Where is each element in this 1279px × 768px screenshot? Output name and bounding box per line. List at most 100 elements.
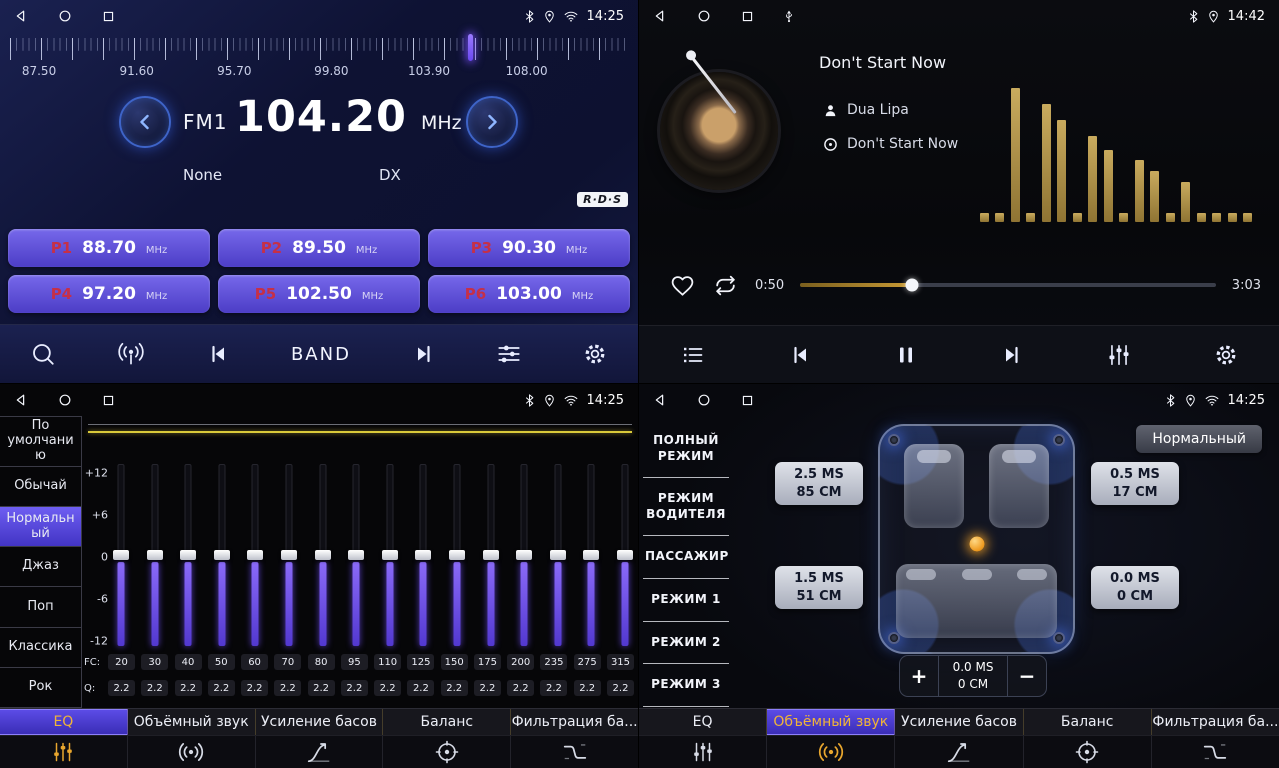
tab-icon-bass-boost[interactable] <box>895 736 1023 768</box>
slider-knob[interactable] <box>281 550 297 560</box>
eq-band-slider[interactable] <box>112 462 130 648</box>
sf-mode-item-2[interactable]: ПАССАЖИР <box>643 536 729 579</box>
audio-tab-1[interactable]: Объёмный звук <box>767 709 895 735</box>
home-icon[interactable] <box>58 393 72 407</box>
tune-down-button[interactable] <box>119 96 171 148</box>
eq-preset-item-6[interactable]: Рок <box>0 668 81 708</box>
tab-icon-surround[interactable] <box>128 736 256 768</box>
preset-button-p3[interactable]: P390.30MHz <box>428 229 630 267</box>
eq-preset-item-1[interactable]: Обычай <box>0 467 81 507</box>
favorite-heart-icon[interactable] <box>669 273 696 298</box>
home-icon[interactable] <box>58 9 72 23</box>
preset-button-p2[interactable]: P289.50MHz <box>218 229 420 267</box>
audio-tab-2[interactable]: Усиление басов <box>256 709 384 735</box>
sf-mode-item-3[interactable]: РЕЖИМ 1 <box>643 579 729 622</box>
slider-knob[interactable] <box>382 550 398 560</box>
sf-mode-item-4[interactable]: РЕЖИМ 2 <box>643 622 729 665</box>
eq-band-slider[interactable] <box>280 462 298 648</box>
eq-band-slider[interactable] <box>448 462 466 648</box>
eq-preset-item-5[interactable]: Классика <box>0 628 81 668</box>
eq-band-slider[interactable] <box>381 462 399 648</box>
scan-icon[interactable] <box>30 341 56 367</box>
back-icon[interactable] <box>653 393 667 407</box>
recents-icon[interactable] <box>741 10 754 23</box>
settings-gear-icon[interactable] <box>582 341 608 367</box>
slider-knob[interactable] <box>583 550 599 560</box>
sf-mode-item-5[interactable]: РЕЖИМ 3 <box>643 664 729 707</box>
eq-band-slider[interactable] <box>146 462 164 648</box>
slider-knob[interactable] <box>147 550 163 560</box>
tab-icon-filter[interactable] <box>1152 736 1279 768</box>
eq-preset-item-0[interactable]: По умолчанию <box>0 416 81 467</box>
slider-knob[interactable] <box>247 550 263 560</box>
tab-icon-eq[interactable] <box>0 736 128 768</box>
tab-icon-balance[interactable] <box>383 736 511 768</box>
delay-front-left[interactable]: 2.5 MS 85 CM <box>775 462 863 505</box>
previous-track-icon[interactable] <box>787 343 813 367</box>
recents-icon[interactable] <box>102 10 115 23</box>
broadcast-icon[interactable] <box>116 341 146 367</box>
preset-button-p1[interactable]: P188.70MHz <box>8 229 210 267</box>
audio-tab-2[interactable]: Усиление басов <box>895 709 1023 735</box>
audio-tab-1[interactable]: Объёмный звук <box>128 709 256 735</box>
preset-button-p4[interactable]: P497.20MHz <box>8 275 210 313</box>
audio-tab-3[interactable]: Баланс <box>383 709 511 735</box>
slider-knob[interactable] <box>617 550 633 560</box>
preset-button-p6[interactable]: P6103.00MHz <box>428 275 630 313</box>
delay-front-right[interactable]: 0.5 MS 17 CM <box>1091 462 1179 505</box>
back-icon[interactable] <box>14 9 28 23</box>
eq-band-slider[interactable] <box>549 462 567 648</box>
tab-icon-bass-boost[interactable] <box>256 736 384 768</box>
recents-icon[interactable] <box>741 394 754 407</box>
back-icon[interactable] <box>653 9 667 23</box>
tune-up-button[interactable] <box>466 96 518 148</box>
tab-icon-filter[interactable] <box>511 736 638 768</box>
pause-icon[interactable] <box>894 343 918 367</box>
increase-delay-button[interactable]: + <box>900 664 938 688</box>
next-icon[interactable] <box>411 342 437 366</box>
eq-band-slider[interactable] <box>515 462 533 648</box>
eq-preset-item-2[interactable]: Нормальный <box>0 507 81 547</box>
back-icon[interactable] <box>14 393 28 407</box>
seek-bar[interactable] <box>800 283 1216 287</box>
preset-button-p5[interactable]: P5102.50MHz <box>218 275 420 313</box>
frequency-ruler[interactable] <box>10 38 628 60</box>
listening-position-marker[interactable] <box>969 536 984 551</box>
eq-preset-item-3[interactable]: Джаз <box>0 547 81 587</box>
slider-knob[interactable] <box>180 550 196 560</box>
slider-knob[interactable] <box>315 550 331 560</box>
eq-band-slider[interactable] <box>213 462 231 648</box>
seek-bar-thumb[interactable] <box>906 279 919 292</box>
eq-band-slider[interactable] <box>414 462 432 648</box>
sound-profile-button[interactable]: Нормальный <box>1136 425 1262 453</box>
audio-tab-0[interactable]: EQ <box>0 709 128 735</box>
sf-mode-item-0[interactable]: ПОЛНЫЙ РЕЖИМ <box>643 420 729 478</box>
tab-icon-balance[interactable] <box>1024 736 1152 768</box>
eq-band-slider[interactable] <box>179 462 197 648</box>
playlist-icon[interactable] <box>680 343 706 367</box>
slider-knob[interactable] <box>113 550 129 560</box>
delay-rear-left[interactable]: 1.5 MS 51 CM <box>775 566 863 609</box>
mixer-icon[interactable] <box>1106 342 1132 368</box>
decrease-delay-button[interactable]: − <box>1008 664 1046 688</box>
eq-band-slider[interactable] <box>482 462 500 648</box>
slider-knob[interactable] <box>483 550 499 560</box>
equalizer-icon[interactable] <box>496 341 522 367</box>
eq-band-slider[interactable] <box>347 462 365 648</box>
tab-icon-eq[interactable] <box>639 736 767 768</box>
audio-tab-4[interactable]: Фильтрация ба... <box>1152 709 1279 735</box>
slider-knob[interactable] <box>214 550 230 560</box>
eq-band-slider[interactable] <box>616 462 634 648</box>
home-icon[interactable] <box>697 9 711 23</box>
slider-knob[interactable] <box>550 550 566 560</box>
sf-mode-item-1[interactable]: РЕЖИМ ВОДИТЕЛЯ <box>643 478 729 536</box>
previous-icon[interactable] <box>205 342 231 366</box>
slider-knob[interactable] <box>516 550 532 560</box>
repeat-icon[interactable] <box>712 273 739 298</box>
delay-rear-right[interactable]: 0.0 MS 0 CM <box>1091 566 1179 609</box>
eq-preset-item-4[interactable]: Поп <box>0 587 81 627</box>
home-icon[interactable] <box>697 393 711 407</box>
next-track-icon[interactable] <box>999 343 1025 367</box>
tab-icon-surround[interactable] <box>767 736 895 768</box>
recents-icon[interactable] <box>102 394 115 407</box>
